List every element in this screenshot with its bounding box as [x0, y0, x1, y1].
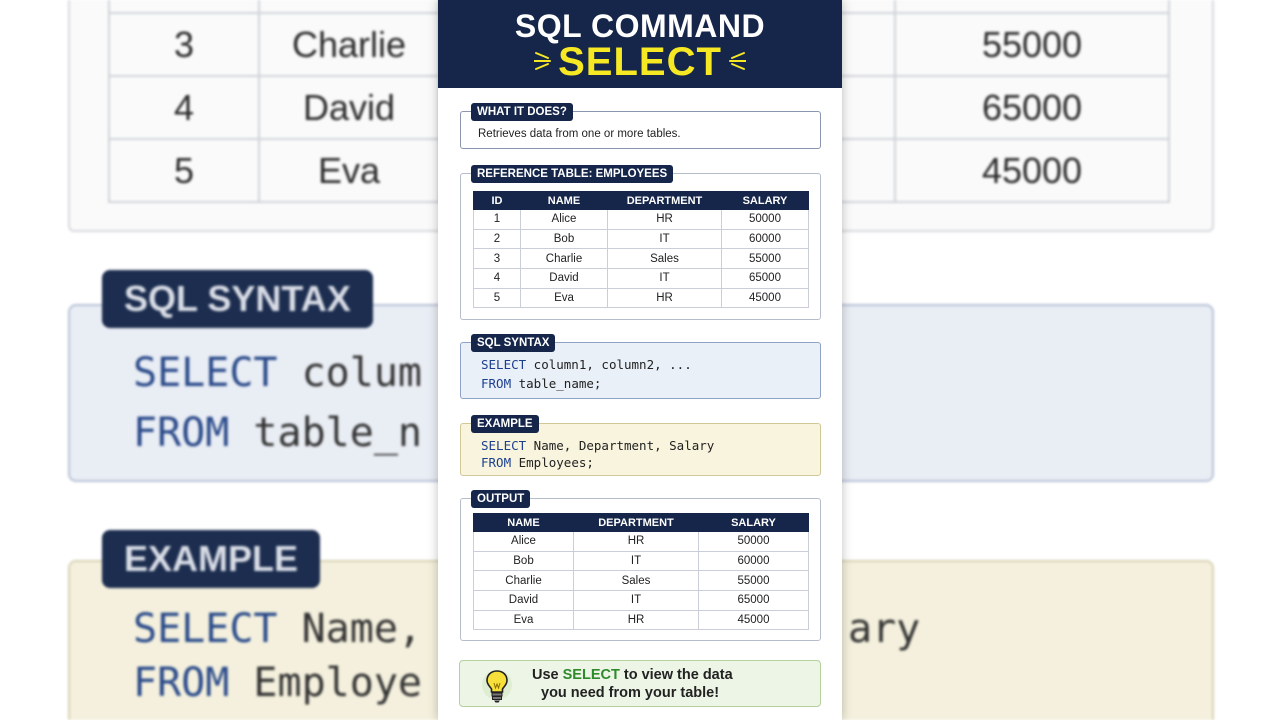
- example-section: EXAMPLE SELECT Name, Department, Salary …: [460, 415, 821, 476]
- column-header: SALARY: [698, 513, 809, 532]
- table-cell: HR: [573, 531, 699, 552]
- example-line-2: FROM Employees;: [481, 455, 594, 470]
- table-cell: IT: [573, 590, 699, 611]
- bg-syntax-line2: FROM table_n: [133, 410, 422, 456]
- column-header: DEPARTMENT: [573, 513, 699, 532]
- reference-table-tag: REFERENCE TABLE: EMPLOYEES: [471, 165, 674, 183]
- reference-table-section: REFERENCE TABLE: EMPLOYEES ID NAME DEPAR…: [460, 165, 821, 320]
- table-header-row: ID NAME DEPARTMENT SALARY: [473, 191, 809, 210]
- table-cell: 3: [473, 248, 521, 270]
- table-row: 2 Bob IT 60000: [473, 228, 809, 250]
- what-it-does-text: Retrieves data from one or more tables.: [478, 128, 681, 140]
- sql-syntax-tag: SQL SYNTAX: [471, 334, 556, 352]
- sql-syntax-section: SQL SYNTAX SELECT column1, column2, ... …: [460, 334, 821, 399]
- table-cell: 1: [473, 209, 521, 230]
- table-cell: David: [520, 268, 608, 289]
- table-cell: IT: [607, 268, 722, 289]
- what-it-does-section: WHAT IT DOES? Retrieves data from one or…: [460, 103, 821, 149]
- table-row: 4 David IT 65000: [473, 268, 809, 289]
- table-cell: Sales: [573, 570, 699, 592]
- table-cell: IT: [573, 550, 699, 572]
- tip-line-2: you need from your table!: [541, 685, 720, 701]
- table-cell: IT: [607, 228, 722, 250]
- table-cell: Bob: [473, 550, 574, 572]
- output-table: NAME DEPARTMENT SALARY Alice HR 50000 Bo…: [473, 513, 809, 631]
- table-cell: 45000: [698, 609, 809, 631]
- table-cell: 65000: [698, 590, 809, 611]
- tip-line-1: Use SELECT to view the data: [532, 667, 733, 683]
- column-header: SALARY: [721, 191, 809, 210]
- table-cell: 65000: [721, 268, 809, 289]
- table-row: 5 Eva HR 45000: [473, 287, 809, 309]
- output-section: OUTPUT NAME DEPARTMENT SALARY Alice HR 5…: [460, 490, 821, 641]
- lightbulb-icon: [482, 670, 512, 703]
- table-cell: Charlie: [473, 570, 574, 592]
- table-cell: Bob: [520, 228, 608, 250]
- table-cell: David: [473, 590, 574, 611]
- table-cell: HR: [607, 287, 722, 309]
- table-cell: 50000: [721, 209, 809, 230]
- tip-text: Use SELECT to view the data you need fro…: [532, 666, 822, 702]
- table-cell: Alice: [520, 209, 608, 230]
- example-tag: EXAMPLE: [471, 415, 539, 433]
- bg-example-line1-tail: ary: [848, 606, 921, 652]
- column-header: DEPARTMENT: [607, 191, 722, 210]
- table-cell: 4: [473, 268, 521, 289]
- sql-select-card: SQL COMMAND SELECT WHAT IT DOES? Retriev…: [438, 0, 842, 720]
- syntax-line-1: SELECT column1, column2, ...: [481, 357, 692, 372]
- table-cell: 55000: [721, 248, 809, 270]
- example-line-1: SELECT Name, Department, Salary: [481, 438, 715, 453]
- table-cell: 60000: [721, 228, 809, 250]
- table-cell: 2: [473, 228, 521, 250]
- syntax-line-2: FROM table_name;: [481, 376, 602, 391]
- table-row: 1 Alice HR 50000: [473, 209, 809, 230]
- table-cell: HR: [573, 609, 699, 631]
- table-cell: 50000: [698, 531, 809, 552]
- table-header-row: NAME DEPARTMENT SALARY: [473, 513, 809, 532]
- column-header: ID: [473, 191, 521, 210]
- bg-example-line1: SELECT Name,: [133, 606, 422, 652]
- bg-syntax-tag: SQL SYNTAX: [102, 270, 373, 328]
- what-it-does-tag: WHAT IT DOES?: [471, 103, 573, 121]
- table-cell: Charlie: [520, 248, 608, 270]
- table-cell: Eva: [473, 609, 574, 631]
- table-cell: HR: [607, 209, 722, 230]
- sparkle-right-icon: [729, 52, 746, 70]
- table-row: David IT 65000: [473, 590, 809, 611]
- table-cell: Eva: [520, 287, 608, 309]
- table-row: Charlie Sales 55000: [473, 570, 809, 592]
- header-command: SELECT: [558, 40, 722, 84]
- bg-example-line2: FROM Employe: [133, 660, 422, 706]
- column-header: NAME: [473, 513, 574, 532]
- table-cell: 60000: [698, 550, 809, 572]
- output-tag: OUTPUT: [471, 490, 531, 508]
- bg-example-tag: EXAMPLE: [102, 530, 321, 588]
- table-cell: 5: [473, 287, 521, 309]
- table-cell: Sales: [607, 248, 722, 270]
- tip-highlight: SELECT: [562, 667, 620, 683]
- table-row: Eva HR 45000: [473, 609, 809, 631]
- table-cell: 55000: [698, 570, 809, 592]
- table-cell: 45000: [721, 287, 809, 309]
- sparkle-left-icon: [534, 52, 551, 70]
- table-row: 3 Charlie Sales 55000: [473, 248, 809, 270]
- tip-banner: Use SELECT to view the data you need fro…: [459, 660, 821, 707]
- column-header: NAME: [520, 191, 608, 210]
- table-cell: Alice: [473, 531, 574, 552]
- card-header: SQL COMMAND SELECT: [438, 0, 842, 88]
- reference-table: ID NAME DEPARTMENT SALARY 1 Alice HR 500…: [473, 191, 809, 309]
- bg-syntax-line1: SELECT colum: [133, 350, 422, 396]
- table-row: Alice HR 50000: [473, 531, 809, 552]
- table-row: Bob IT 60000: [473, 550, 809, 572]
